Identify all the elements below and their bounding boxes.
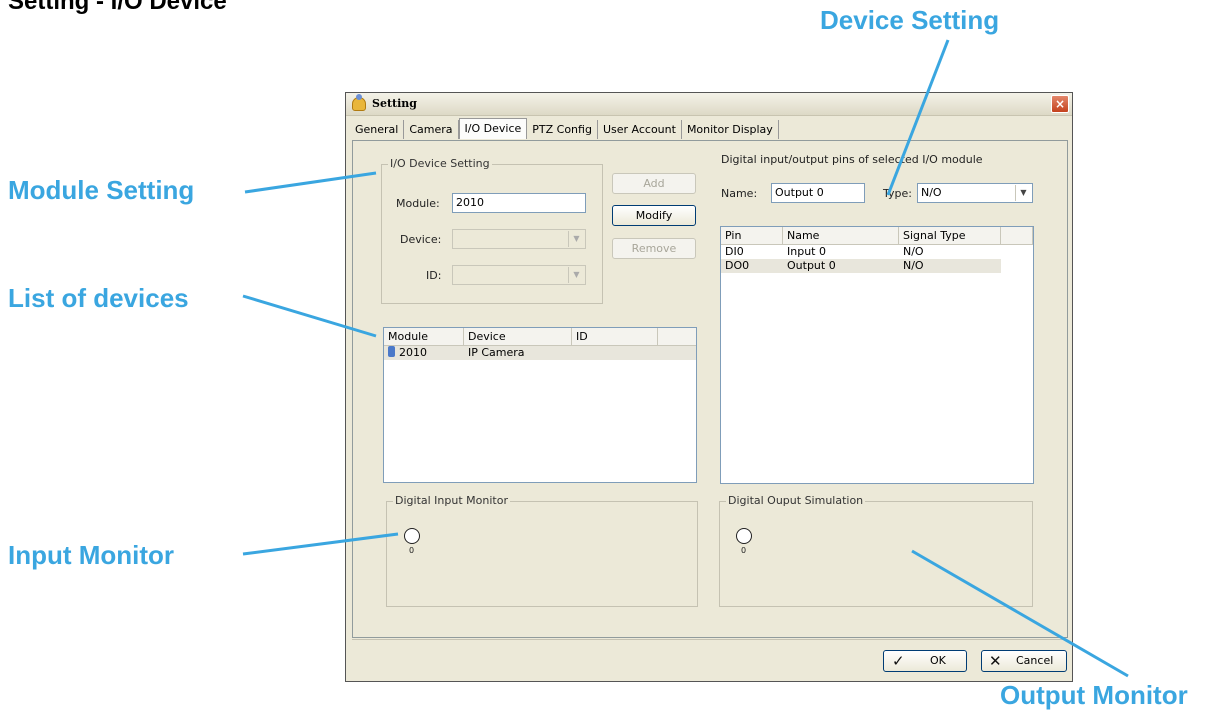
- leader-output-monitor: [911, 549, 1129, 678]
- leader-list-of-devices: [242, 294, 377, 338]
- leader-input-monitor: [242, 532, 399, 556]
- leader-module-setting: [244, 171, 377, 194]
- leader-device-setting: [886, 39, 950, 196]
- callout-leader-lines: [242, 39, 1129, 678]
